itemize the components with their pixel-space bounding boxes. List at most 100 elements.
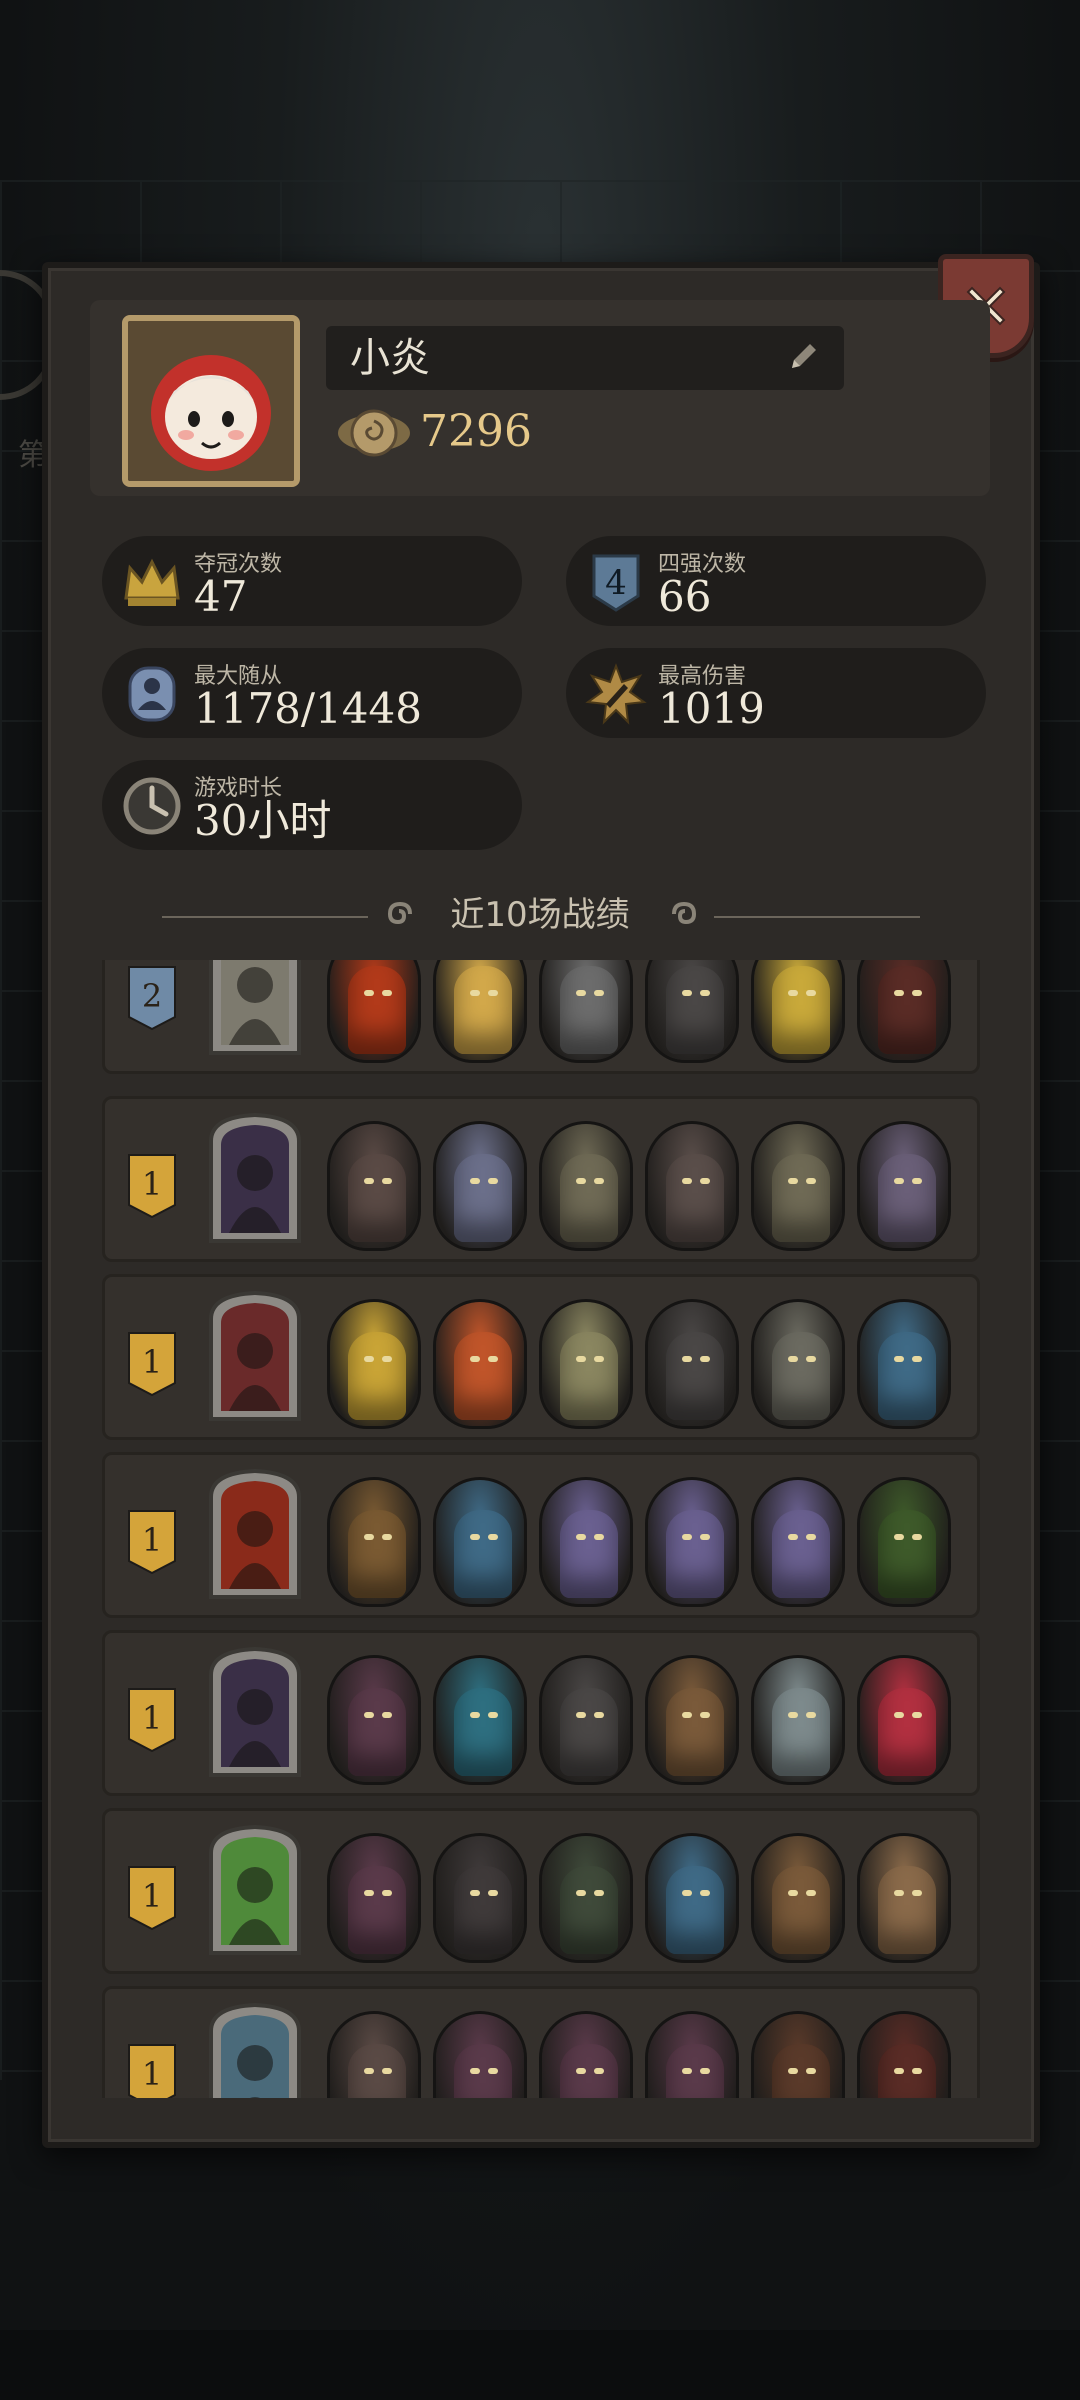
unit-figure	[666, 1688, 724, 1776]
unit-figure	[772, 1510, 830, 1598]
unit-card[interactable]	[539, 2011, 633, 2098]
unit-figure	[560, 1154, 618, 1242]
unit-card[interactable]	[433, 1299, 527, 1429]
unit-eye	[912, 1356, 922, 1362]
match-row[interactable]: 1	[102, 1452, 980, 1618]
unit-card[interactable]	[327, 1477, 421, 1607]
stat-playtime: 游戏时长 30小时	[102, 760, 522, 850]
unit-eye	[488, 1356, 498, 1362]
unit-card[interactable]	[751, 1655, 845, 1785]
unit-figure	[878, 1688, 936, 1776]
unit-card[interactable]	[433, 1121, 527, 1251]
unit-eye	[788, 1890, 798, 1896]
player-name: 小炎	[350, 335, 430, 381]
hero-portrait[interactable]	[201, 1111, 309, 1249]
unit-card[interactable]	[645, 1299, 739, 1429]
unit-card[interactable]	[539, 1121, 633, 1251]
unit-card[interactable]	[645, 1121, 739, 1251]
unit-card[interactable]	[751, 1299, 845, 1429]
unit-eye	[488, 1890, 498, 1896]
swirl-right-icon	[672, 901, 697, 925]
unit-figure	[772, 966, 830, 1054]
unit-eye	[470, 990, 480, 996]
unit-eye	[912, 1178, 922, 1184]
unit-eye	[788, 1534, 798, 1540]
rank-badge-icon: 1	[128, 1510, 176, 1575]
unit-figure	[772, 1154, 830, 1242]
rank-badge-icon: 1	[128, 1154, 176, 1219]
unit-eye	[594, 1178, 604, 1184]
unit-card[interactable]	[857, 1121, 951, 1251]
match-row[interactable]: 1	[102, 1986, 980, 2098]
unit-card[interactable]	[751, 1477, 845, 1607]
unit-card[interactable]	[645, 1833, 739, 1963]
unit-card[interactable]	[751, 1833, 845, 1963]
unit-eye	[806, 1534, 816, 1540]
unit-card[interactable]	[539, 1655, 633, 1785]
unit-card[interactable]	[751, 1121, 845, 1251]
unit-card[interactable]	[327, 1299, 421, 1429]
unit-eye	[682, 990, 692, 996]
unit-card[interactable]	[857, 960, 951, 1063]
match-row[interactable]: 2	[102, 960, 980, 1074]
unit-eye	[576, 990, 586, 996]
unit-card[interactable]	[645, 1655, 739, 1785]
unit-card[interactable]	[857, 2011, 951, 2098]
unit-eye	[912, 2068, 922, 2074]
unit-card[interactable]	[433, 1655, 527, 1785]
unit-eye	[700, 990, 710, 996]
hero-portrait[interactable]	[201, 960, 309, 1061]
unit-card[interactable]	[327, 960, 421, 1063]
unit-card[interactable]	[539, 1477, 633, 1607]
match-row[interactable]: 1	[102, 1274, 980, 1440]
rank-badge-icon: 2	[128, 966, 176, 1031]
unit-card[interactable]	[645, 960, 739, 1063]
damage-icon	[585, 663, 647, 725]
stat-value: 30小时	[194, 796, 332, 845]
unit-card[interactable]	[857, 1833, 951, 1963]
unit-eye	[894, 1178, 904, 1184]
unit-eye	[576, 1712, 586, 1718]
unit-card[interactable]	[751, 2011, 845, 2098]
unit-card[interactable]	[857, 1655, 951, 1785]
unit-card[interactable]	[857, 1477, 951, 1607]
match-row[interactable]: 1	[102, 1096, 980, 1262]
unit-eye	[806, 1712, 816, 1718]
unit-figure	[772, 1332, 830, 1420]
hero-portrait[interactable]	[201, 1289, 309, 1427]
unit-card[interactable]	[327, 1655, 421, 1785]
unit-figure	[560, 1688, 618, 1776]
unit-figure	[772, 1866, 830, 1954]
hero-portrait[interactable]	[201, 1823, 309, 1961]
hero-portrait[interactable]	[201, 1645, 309, 1783]
unit-eye	[682, 1356, 692, 1362]
unit-figure	[878, 966, 936, 1054]
match-row[interactable]: 1	[102, 1630, 980, 1796]
unit-card[interactable]	[645, 1477, 739, 1607]
unit-card[interactable]	[433, 2011, 527, 2098]
rank-badge-icon: 1	[128, 1332, 176, 1397]
unit-card[interactable]	[539, 960, 633, 1063]
unit-card[interactable]	[327, 1833, 421, 1963]
unit-eye	[576, 1178, 586, 1184]
unit-card[interactable]	[751, 960, 845, 1063]
hero-portrait[interactable]	[201, 2001, 309, 2098]
pencil-icon[interactable]	[786, 338, 822, 374]
match-row[interactable]: 1	[102, 1808, 980, 1974]
unit-card[interactable]	[327, 2011, 421, 2098]
unit-card[interactable]	[539, 1833, 633, 1963]
unit-card[interactable]	[327, 1121, 421, 1251]
unit-card[interactable]	[645, 2011, 739, 2098]
hero-portrait[interactable]	[201, 1467, 309, 1605]
divider-right	[714, 916, 920, 918]
match-history-list[interactable]: 2 1 1 1 1 1 1	[100, 960, 982, 2098]
unit-card[interactable]	[433, 960, 527, 1063]
unit-card[interactable]	[857, 1299, 951, 1429]
unit-figure	[454, 2044, 512, 2098]
unit-card[interactable]	[539, 1299, 633, 1429]
unit-card[interactable]	[433, 1477, 527, 1607]
crown-icon	[124, 558, 180, 606]
avatar[interactable]	[122, 315, 300, 487]
unit-card[interactable]	[433, 1833, 527, 1963]
stat-value: 1019	[658, 684, 765, 733]
